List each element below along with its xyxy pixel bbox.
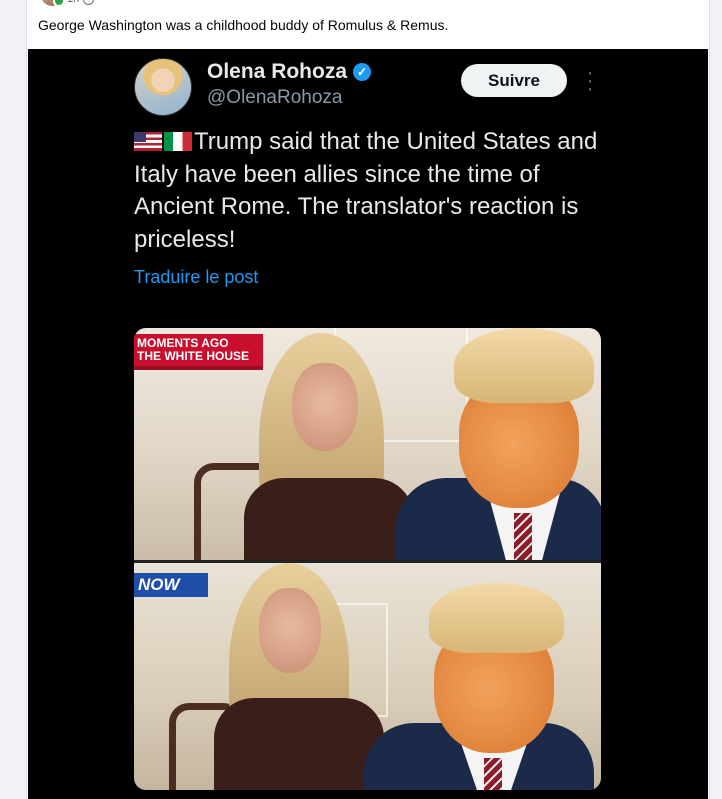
woman-body	[214, 698, 384, 790]
post-header: 1h	[41, 0, 95, 7]
woman-face	[292, 363, 358, 451]
tweet-body: Trump said that the United States and It…	[134, 126, 614, 256]
man-hair	[454, 328, 594, 403]
tweet-text: Trump said that the United States and It…	[134, 128, 598, 253]
post-timestamp[interactable]: 1h	[67, 0, 79, 5]
woman-face	[259, 588, 321, 673]
online-status-icon	[53, 0, 65, 7]
tweet-author-name: Olena Rohoza	[207, 60, 348, 83]
facebook-post-card: 1h George Washington was a childhood bud…	[26, 0, 710, 799]
man-hair	[429, 583, 564, 653]
globe-icon	[83, 0, 95, 5]
media-panel-bottom: NOW	[134, 563, 601, 790]
tweet-media-image: MOMENTS AGO THE WHITE HOUSE NOW	[134, 328, 601, 790]
news-banner: MOMENTS AGO THE WHITE HOUSE	[134, 334, 264, 370]
shared-tweet-screenshot[interactable]: Olena Rohoza ✓ @OlenaRohoza Suivre · · · T…	[28, 49, 708, 799]
post-text: George Washington was a childhood buddy …	[38, 17, 449, 33]
verified-badge-icon: ✓	[353, 63, 372, 81]
poster-avatar[interactable]	[41, 0, 65, 7]
more-vertical-icon: · · ·	[586, 62, 594, 100]
media-panel-top: MOMENTS AGO THE WHITE HOUSE	[134, 328, 601, 560]
us-flag-icon	[134, 132, 162, 151]
tweet-author-name-row: Olena Rohoza ✓	[207, 60, 372, 84]
man-tie	[514, 513, 532, 560]
tweet-author-handle: @OlenaRohoza	[207, 87, 343, 108]
italy-flag-icon	[164, 132, 192, 151]
man-tie	[484, 758, 502, 790]
tweet-author-avatar	[134, 58, 192, 116]
news-logo: NOW	[134, 573, 208, 597]
woman-body	[244, 478, 414, 560]
translate-post-link: Traduire le post	[134, 267, 259, 287]
follow-button: Suivre	[461, 64, 567, 97]
